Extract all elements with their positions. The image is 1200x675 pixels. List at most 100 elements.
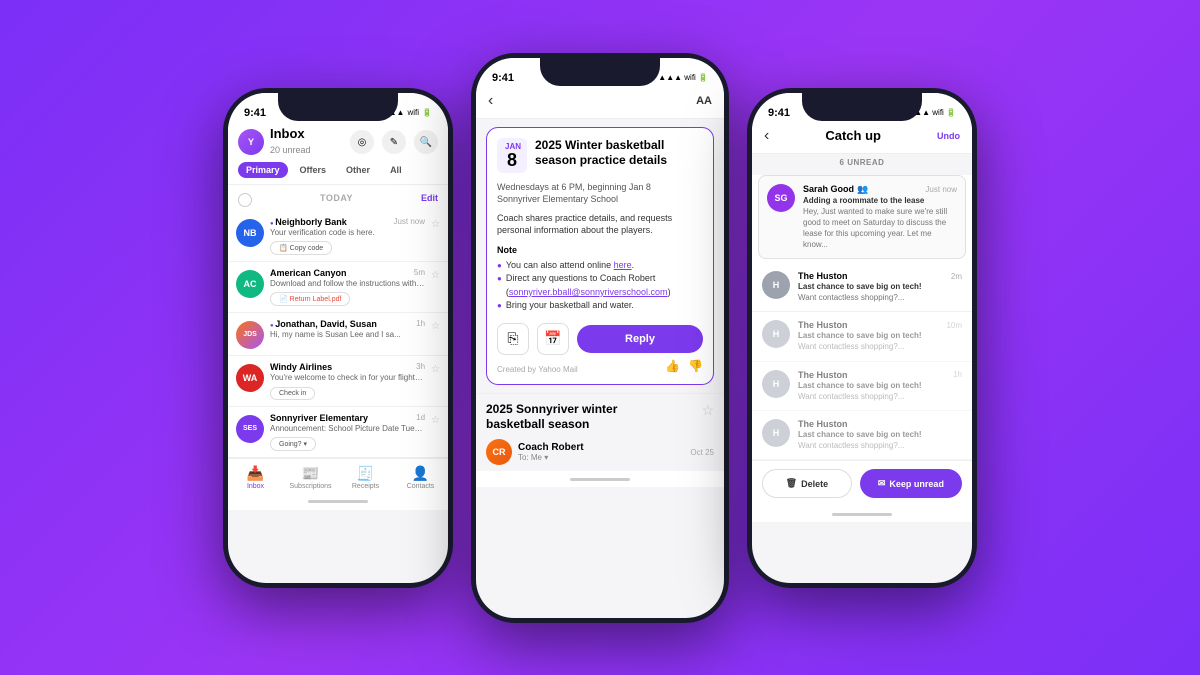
star-icon[interactable]: ☆	[431, 321, 440, 332]
here-link[interactable]: here	[614, 260, 632, 270]
notch-3	[802, 93, 922, 121]
coach-to: To: Me ▾	[518, 453, 584, 462]
catchup-sender: Sarah Good 👥	[803, 184, 868, 195]
star-icon[interactable]: ☆	[431, 270, 440, 281]
email-avatar: JDS	[236, 321, 264, 349]
copy-code-button[interactable]: 📋 Copy code	[270, 241, 332, 255]
event-actions: ⎘ 📅 Reply	[497, 323, 703, 355]
email2-sender-row: CR Coach Robert To: Me ▾ Oct 25	[486, 439, 714, 465]
detail-header: ‹ AA	[476, 88, 724, 119]
email-preview: Your verification code is here.	[270, 228, 425, 237]
email-avatar: AC	[236, 270, 264, 298]
catchup-subject: Last chance to save big on tech!	[798, 331, 962, 340]
tab-primary[interactable]: Primary	[238, 162, 288, 178]
add-calendar-icon[interactable]: 📅	[537, 323, 569, 355]
tab-offers[interactable]: Offers	[292, 162, 335, 178]
edit-icon[interactable]: ✎	[382, 130, 406, 154]
contacts-nav-icon: 👤	[412, 465, 429, 482]
checkin-button[interactable]: Check in	[270, 387, 315, 400]
email-link[interactable]: sonnyriver.bball@sonnyriverschool.com	[509, 287, 668, 297]
note-label: Note	[497, 245, 703, 255]
signal-icon-2: ▲▲▲ wifi 🔋	[658, 73, 708, 82]
aa-button[interactable]: AA	[696, 95, 712, 107]
envelope-icon: ✉	[878, 478, 886, 489]
star-icon[interactable]: ☆	[431, 364, 440, 375]
catchup-item-sarah[interactable]: SG Sarah Good 👥 Just now Adding a roomma…	[758, 175, 966, 260]
delete-button[interactable]: 🗑 Delete	[762, 469, 852, 498]
catchup-sender: The Huston	[798, 419, 848, 429]
email-item[interactable]: JDS Jonathan, David, Susan 1h Hi, my nam…	[228, 313, 448, 356]
email-item[interactable]: AC American Canyon 5m Download and follo…	[228, 262, 448, 313]
catchup-back-button[interactable]: ‹	[764, 127, 769, 145]
inbox-nav-icon: 📥	[247, 465, 264, 482]
nav-contacts-label: Contacts	[407, 483, 435, 490]
nav-receipts-label: Receipts	[352, 483, 379, 490]
pdf-label-button[interactable]: 📄 Return Label.pdf	[270, 292, 350, 306]
catchup-subject: Last chance to save big on tech!	[798, 282, 962, 291]
today-label: TODAY	[320, 193, 353, 203]
catchup-time: 2m	[951, 272, 962, 281]
select-all-checkbox[interactable]	[238, 193, 252, 207]
catchup-content: Sarah Good 👥 Just now Adding a roommate …	[803, 184, 957, 251]
catchup-preview: Want contactless shopping?...	[798, 292, 962, 303]
bullet-text: Direct any questions to Coach Robert (so…	[506, 272, 703, 299]
event-title: 2025 Winter basketball season practice d…	[535, 138, 703, 169]
home-bar-1	[308, 500, 368, 503]
delete-label: Delete	[801, 479, 828, 489]
catchup-content: The Huston 2m Last chance to save big on…	[798, 271, 962, 303]
bullet-dot: ●	[497, 260, 502, 273]
catchup-item-huston1[interactable]: H The Huston 2m Last chance to save big …	[752, 263, 972, 312]
catchup-item-huston2[interactable]: H The Huston 10m Last chance to save big…	[752, 312, 972, 361]
bullet-text: You can also attend online here.	[506, 259, 634, 273]
bullet-text: Bring your basketball and water.	[506, 299, 634, 313]
catchup-content: The Huston Last chance to save big on te…	[798, 419, 962, 451]
email-content: Jonathan, David, Susan 1h Hi, my name is…	[270, 319, 425, 339]
email-item[interactable]: WA Windy Airlines 3h You're welcome to c…	[228, 356, 448, 407]
email-content: Windy Airlines 3h You're welcome to chec…	[270, 362, 425, 400]
thumbs-up-icon[interactable]: 👍	[665, 359, 680, 373]
email-preview: You're welcome to check in for your flig…	[270, 373, 425, 382]
email-sender: Neighborly Bank	[270, 217, 347, 227]
home-indicator-3	[752, 506, 972, 522]
catchup-actions: 🗑 Delete ✉ Keep unread	[752, 460, 972, 506]
tab-other[interactable]: Other	[338, 162, 378, 178]
email-sender: American Canyon	[270, 268, 347, 278]
catchup-title: Catch up	[777, 128, 929, 143]
undo-button[interactable]: Undo	[937, 131, 960, 141]
catchup-avatar: H	[762, 271, 790, 299]
catchup-avatar: SG	[767, 184, 795, 212]
back-button[interactable]: ‹	[488, 92, 493, 110]
keep-unread-label: Keep unread	[889, 479, 944, 489]
nav-receipts[interactable]: 🧾 Receipts	[338, 465, 393, 490]
keep-unread-button[interactable]: ✉ Keep unread	[860, 469, 962, 498]
email-content: American Canyon 5m Download and follow t…	[270, 268, 425, 306]
nav-inbox[interactable]: 📥 Inbox	[228, 465, 283, 490]
catchup-item-huston4[interactable]: H The Huston Last chance to save big on …	[752, 411, 972, 460]
email-item[interactable]: NB Neighborly Bank Just now Your verific…	[228, 211, 448, 262]
reply-button[interactable]: Reply	[577, 325, 703, 353]
tab-all[interactable]: All	[382, 162, 410, 178]
nav-contacts[interactable]: 👤 Contacts	[393, 465, 448, 490]
nav-subscriptions[interactable]: 📰 Subscriptions	[283, 465, 338, 490]
copy-icon[interactable]: ⎘	[497, 323, 529, 355]
email2-star-icon[interactable]: ☆	[701, 402, 714, 433]
search-icon[interactable]: 🔍	[414, 130, 438, 154]
user-avatar: Y	[238, 129, 264, 155]
star-icon[interactable]: ☆	[431, 219, 440, 230]
bullet-list: ● You can also attend online here. ● Dir…	[497, 259, 703, 313]
thumbs-down-icon[interactable]: 👎	[688, 359, 703, 373]
email2-section: 2025 Sonnyriver winter basketball season…	[476, 393, 724, 471]
edit-button[interactable]: Edit	[421, 193, 438, 203]
going-button[interactable]: Going? ▾	[270, 437, 316, 451]
email-item[interactable]: SES Sonnyriver Elementary 1d Announcemen…	[228, 407, 448, 458]
bullet-dot: ●	[497, 273, 502, 299]
catchup-item-huston3[interactable]: H The Huston 1h Last chance to save big …	[752, 362, 972, 411]
event-location: Wednesdays at 6 PM, beginning Jan 8Sonny…	[497, 181, 703, 206]
compose-icon[interactable]: ◎	[350, 130, 374, 154]
catchup-preview: Want contactless shopping?...	[798, 341, 962, 352]
unread-bar: 6 UNREAD	[752, 154, 972, 171]
time-2: 9:41	[492, 72, 514, 84]
star-icon[interactable]: ☆	[431, 415, 440, 426]
catchup-preview: Hey, Just wanted to make sure we're stil…	[803, 206, 957, 251]
event-card: Jan 8 2025 Winter basketball season prac…	[486, 127, 714, 385]
